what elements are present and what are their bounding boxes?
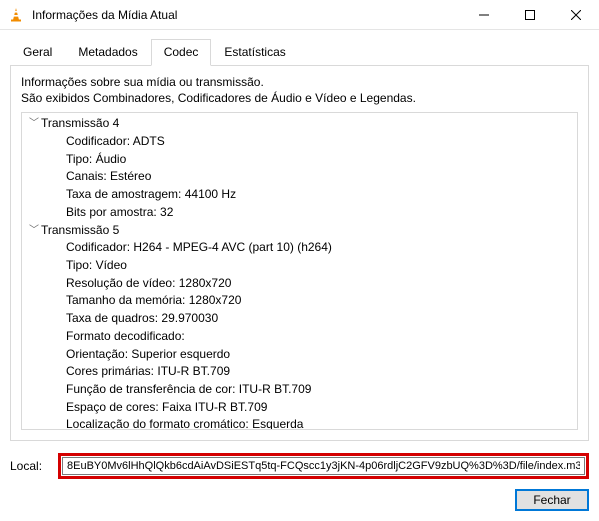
stream-property: Taxa de quadros: 29.970030 bbox=[22, 310, 577, 328]
stream-property: Bits por amostra: 32 bbox=[22, 204, 577, 222]
stream-property: Codificador: H264 - MPEG-4 AVC (part 10)… bbox=[22, 239, 577, 257]
stream-header[interactable]: ﹀ Transmissão 5 bbox=[22, 222, 577, 240]
vlc-cone-icon bbox=[8, 7, 24, 23]
stream-property: Localização do formato cromático: Esquer… bbox=[22, 416, 577, 430]
chevron-down-icon[interactable]: ﹀ bbox=[27, 222, 41, 240]
close-button[interactable] bbox=[553, 0, 599, 29]
maximize-button[interactable] bbox=[507, 0, 553, 29]
tab-bar: Geral Metadados Codec Estatísticas bbox=[10, 38, 589, 66]
stream-property: Tipo: Vídeo bbox=[22, 257, 577, 275]
tab-codec[interactable]: Codec bbox=[151, 39, 212, 66]
window-controls bbox=[461, 0, 599, 29]
info-line: Informações sobre sua mídia ou transmiss… bbox=[21, 74, 578, 90]
content-area: Geral Metadados Codec Estatísticas Infor… bbox=[0, 30, 599, 521]
info-line: São exibidos Combinadores, Codificadores… bbox=[21, 90, 578, 106]
tab-metadata[interactable]: Metadados bbox=[65, 39, 150, 66]
stream-property: Tipo: Áudio bbox=[22, 151, 577, 169]
stream-property: Formato decodificado: bbox=[22, 328, 577, 346]
window-title: Informações da Mídia Atual bbox=[32, 8, 461, 22]
chevron-down-icon[interactable]: ﹀ bbox=[27, 115, 41, 133]
close-dialog-button[interactable]: Fechar bbox=[515, 489, 589, 511]
panel-description: Informações sobre sua mídia ou transmiss… bbox=[21, 74, 578, 106]
location-input[interactable] bbox=[62, 457, 585, 475]
stream-property: Cores primárias: ITU-R BT.709 bbox=[22, 363, 577, 381]
stream-property: Orientação: Superior esquerdo bbox=[22, 346, 577, 364]
codec-tree[interactable]: ﹀ Transmissão 4 Codificador: ADTS Tipo: … bbox=[21, 112, 578, 430]
stream-property: Codificador: ADTS bbox=[22, 133, 577, 151]
dialog-footer: Fechar bbox=[10, 489, 589, 511]
titlebar: Informações da Mídia Atual bbox=[0, 0, 599, 30]
codec-panel: Informações sobre sua mídia ou transmiss… bbox=[10, 66, 589, 441]
minimize-button[interactable] bbox=[461, 0, 507, 29]
location-highlight bbox=[58, 453, 589, 479]
location-row: Local: bbox=[10, 453, 589, 479]
location-label: Local: bbox=[10, 459, 50, 473]
tab-general[interactable]: Geral bbox=[10, 39, 65, 66]
stream-property: Função de transferência de cor: ITU-R BT… bbox=[22, 381, 577, 399]
stream-header[interactable]: ﹀ Transmissão 4 bbox=[22, 115, 577, 133]
stream-property: Taxa de amostragem: 44100 Hz bbox=[22, 186, 577, 204]
stream-label: Transmissão 5 bbox=[41, 222, 119, 240]
stream-property: Canais: Estéreo bbox=[22, 168, 577, 186]
stream-label: Transmissão 4 bbox=[41, 115, 119, 133]
stream-property: Resolução de vídeo: 1280x720 bbox=[22, 275, 577, 293]
stream-property: Tamanho da memória: 1280x720 bbox=[22, 292, 577, 310]
tab-statistics[interactable]: Estatísticas bbox=[211, 39, 298, 66]
stream-property: Espaço de cores: Faixa ITU-R BT.709 bbox=[22, 399, 577, 417]
